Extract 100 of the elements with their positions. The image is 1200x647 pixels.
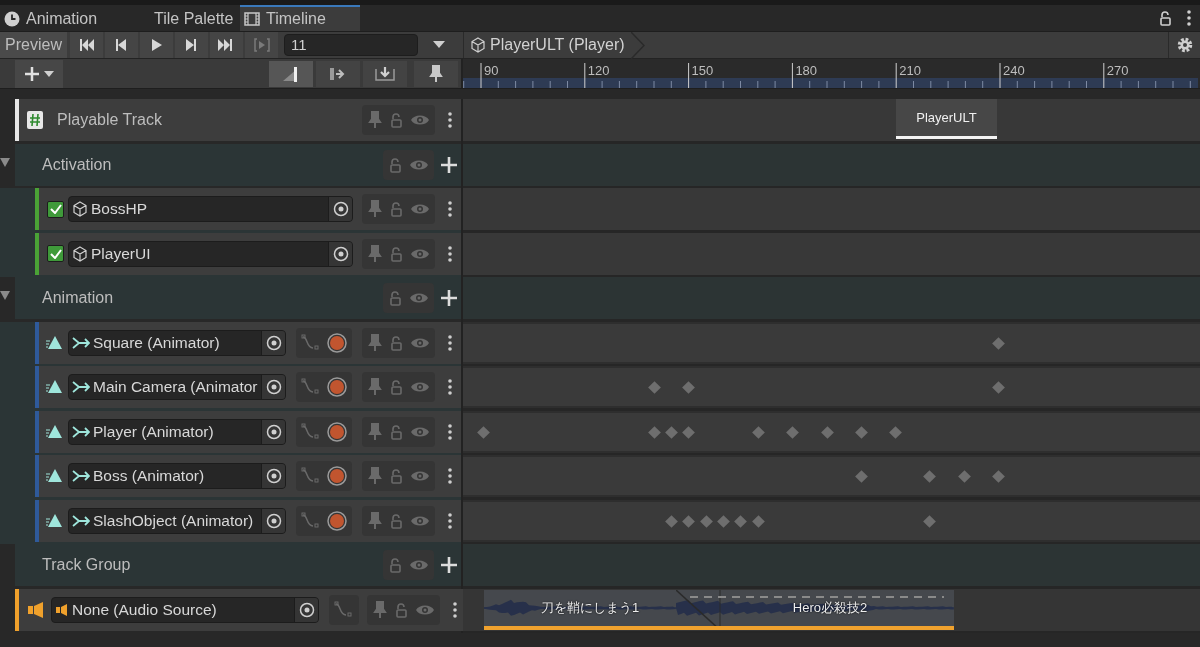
animator-icon xyxy=(72,423,90,440)
checkbox[interactable] xyxy=(47,200,64,218)
curves-icon[interactable] xyxy=(301,511,321,530)
animator-icon xyxy=(72,379,90,395)
keyframe-marker[interactable] xyxy=(647,381,661,394)
target-button[interactable] xyxy=(328,241,352,266)
kebab-icon xyxy=(1186,9,1192,27)
plus-icon xyxy=(24,65,40,82)
group-name: Activation xyxy=(42,154,112,175)
object-field[interactable]: Main Camera (Animator xyxy=(68,374,286,400)
keyframe-marker[interactable] xyxy=(957,470,971,483)
curves-icon[interactable] xyxy=(301,333,321,352)
object-field[interactable]: SlashObject (Animator) xyxy=(68,507,286,534)
edit-mode-button[interactable] xyxy=(269,60,313,87)
object-field[interactable]: Boss (Animator) xyxy=(68,463,286,489)
animator-icon xyxy=(72,468,90,484)
track-header[interactable]: Main Camera (Animator xyxy=(35,366,461,408)
tab[interactable]: Animation xyxy=(0,5,120,31)
track-header[interactable]: PlayerUI xyxy=(35,232,461,275)
add-icon[interactable] xyxy=(440,155,458,174)
cube-icon xyxy=(470,37,486,53)
tab[interactable]: Tile Palette xyxy=(120,5,240,31)
preview-button[interactable]: Preview xyxy=(0,32,67,58)
go-to-start-button[interactable] xyxy=(70,32,103,58)
record-button[interactable] xyxy=(327,466,347,486)
target-button[interactable] xyxy=(294,597,318,622)
group-header[interactable]: Track Group xyxy=(15,544,461,586)
keyframe-marker[interactable] xyxy=(922,470,936,483)
target-icon xyxy=(265,512,282,529)
group-header[interactable]: Activation xyxy=(15,143,461,186)
track-header[interactable]: Square (Animator) xyxy=(35,321,461,364)
kebab-icon xyxy=(447,111,453,129)
previous-frame-button[interactable] xyxy=(105,32,138,58)
target-icon xyxy=(265,334,282,351)
object-field[interactable]: Player (Animator) xyxy=(68,418,286,445)
group-header[interactable]: Animation xyxy=(15,277,461,319)
ruler-label: 90 xyxy=(484,63,499,78)
lock-icon xyxy=(389,468,404,484)
keyframe-marker[interactable] xyxy=(854,470,868,483)
pin-icon xyxy=(428,64,444,83)
track-header[interactable]: Boss (Animator) xyxy=(35,455,461,497)
animation-track-icon xyxy=(46,512,64,529)
curves-icon[interactable] xyxy=(301,467,321,485)
object-field[interactable]: None (Audio Source) xyxy=(51,596,319,623)
pin-icon xyxy=(367,200,383,218)
object-field[interactable]: BossHP xyxy=(68,196,353,222)
track-header[interactable]: Playable Track xyxy=(15,99,461,141)
curves-icon[interactable] xyxy=(334,600,354,619)
target-button[interactable] xyxy=(328,197,352,221)
object-field[interactable]: PlayerUI xyxy=(68,240,353,267)
group-name: Track Group xyxy=(42,555,131,575)
animator-icon xyxy=(72,512,90,529)
record-button[interactable] xyxy=(327,421,347,442)
audio-clip[interactable]: 刀を鞘にしまう1 xyxy=(484,589,676,630)
go-to-start-icon xyxy=(77,37,96,53)
target-button[interactable] xyxy=(261,508,285,533)
go-to-end-button[interactable] xyxy=(210,32,243,58)
add-icon[interactable] xyxy=(440,289,458,307)
record-button[interactable] xyxy=(327,510,347,531)
curves-icon[interactable] xyxy=(301,422,321,441)
expand-arrow-icon[interactable] xyxy=(0,291,10,300)
target-button[interactable] xyxy=(261,375,285,399)
check-icon xyxy=(49,204,62,214)
track-header[interactable]: None (Audio Source) xyxy=(15,588,466,631)
target-button[interactable] xyxy=(261,464,285,488)
track-header[interactable]: SlashObject (Animator) xyxy=(35,499,461,542)
add-icon[interactable] xyxy=(440,556,458,574)
frame-field[interactable]: 11 xyxy=(284,34,418,56)
expand-arrow-icon[interactable] xyxy=(0,157,10,167)
timeline-clip[interactable]: PlayerULT xyxy=(896,99,997,139)
track-header[interactable]: Player (Animator) xyxy=(35,410,461,453)
curves-icon[interactable] xyxy=(301,378,321,396)
kebab-icon xyxy=(447,422,453,441)
next-frame-button[interactable] xyxy=(175,32,208,58)
record-button[interactable] xyxy=(327,377,347,397)
keyframe-marker[interactable] xyxy=(991,381,1005,394)
keyframe-marker[interactable] xyxy=(991,470,1005,483)
edit-mode-button[interactable] xyxy=(363,60,407,87)
play-button[interactable] xyxy=(140,32,173,58)
timeline-ruler[interactable]: 90 120 150 180 210 240 270 xyxy=(463,59,1198,89)
track-header[interactable]: BossHP xyxy=(35,188,461,230)
target-button[interactable] xyxy=(261,419,285,444)
audio-clip[interactable]: Hero必殺技2 xyxy=(676,589,954,630)
pin-button[interactable] xyxy=(414,60,458,87)
animation-track-icon xyxy=(46,334,64,351)
tab[interactable]: Timeline xyxy=(240,5,360,31)
keyframe-marker[interactable] xyxy=(681,381,695,394)
target-button[interactable] xyxy=(261,330,285,355)
script-icon xyxy=(27,111,45,129)
record-button[interactable] xyxy=(327,332,347,353)
kebab-icon xyxy=(447,511,453,530)
ruler-label: 120 xyxy=(587,63,610,78)
kebab-icon xyxy=(447,200,453,218)
edit-mode-button[interactable] xyxy=(316,60,360,87)
lock-icon xyxy=(388,290,403,306)
checkbox[interactable] xyxy=(47,245,64,262)
lock-icon xyxy=(389,423,404,440)
object-field[interactable]: Square (Animator) xyxy=(68,329,286,356)
animator-icon xyxy=(72,334,90,351)
pin-icon xyxy=(367,111,383,129)
